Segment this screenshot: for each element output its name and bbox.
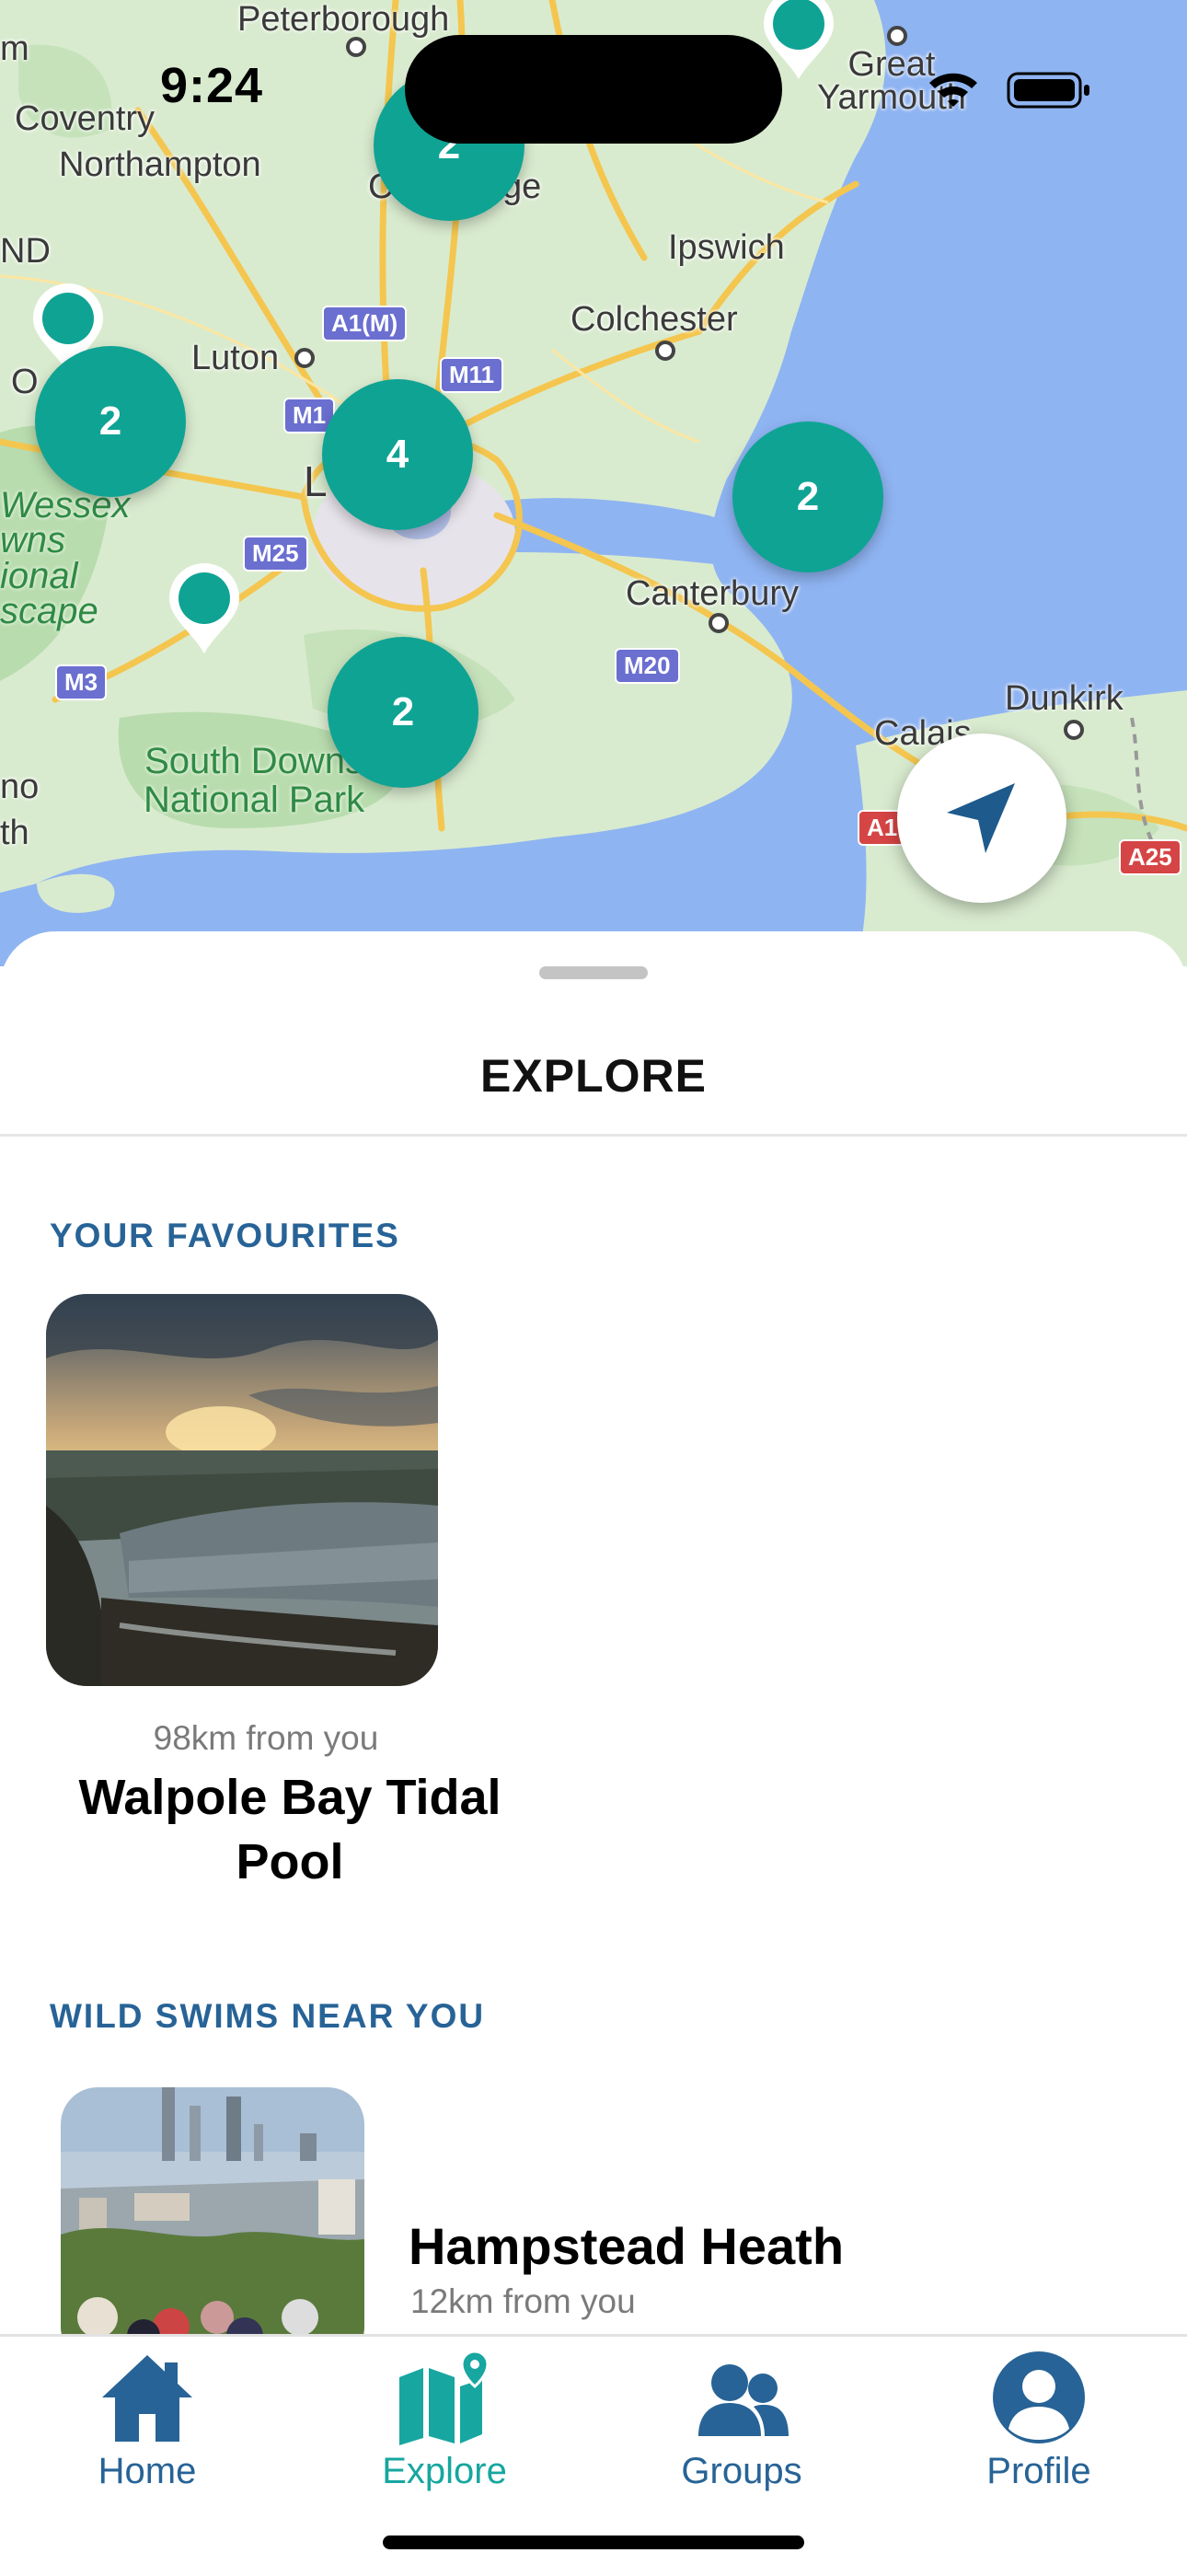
- town-dot: [346, 37, 366, 57]
- town-dot: [709, 613, 729, 633]
- map-cluster-london[interactable]: 4: [322, 379, 473, 530]
- nearby-swim-distance: 12km from you: [410, 2282, 636, 2320]
- tab-label-groups: Groups: [681, 2451, 802, 2491]
- nearby-swim-name: Hampstead Heath: [409, 2217, 845, 2275]
- tab-label-explore: Explore: [382, 2451, 507, 2491]
- home-indicator: [383, 2536, 804, 2549]
- map-cluster-essex[interactable]: 2: [732, 422, 883, 572]
- road-shield-m11: M11: [440, 357, 504, 393]
- battery-icon: [1007, 72, 1089, 109]
- sheet-title: EXPLORE: [480, 1050, 707, 1102]
- place-label-m: m: [0, 29, 29, 68]
- groups-icon: [698, 2364, 789, 2436]
- divider: [0, 1134, 1187, 1137]
- sheet-grabber[interactable]: [539, 966, 648, 979]
- place-label-th: th: [0, 814, 29, 852]
- place-label-luton: Luton: [191, 339, 280, 377]
- map-view[interactable]: Peterborough Coventry Northampton Ca ge …: [0, 0, 1187, 966]
- tab-label-profile: Profile: [986, 2451, 1091, 2491]
- map-icon: [399, 2350, 490, 2445]
- tab-profile[interactable]: Profile: [928, 2350, 1149, 2506]
- nearby-heading: WILD SWIMS NEAR YOU: [50, 1997, 486, 2035]
- favourite-distance: 98km from you: [153, 1719, 379, 1757]
- favourite-text: 98km from you Walpole Bay Tidal Pool: [46, 1719, 501, 1894]
- favourites-heading: YOUR FAVOURITES: [50, 1217, 400, 1254]
- town-dot: [294, 348, 315, 368]
- road-shield-m25: M25: [243, 536, 308, 572]
- park-label-wessex: Wessex wns ional scape: [0, 485, 131, 632]
- town-dot: [887, 26, 907, 46]
- dynamic-island: [405, 35, 782, 144]
- town-dot: [1064, 720, 1084, 740]
- tab-home[interactable]: Home: [37, 2350, 258, 2506]
- place-label-coventry: Coventry: [15, 99, 156, 138]
- nearby-photo: [61, 2087, 364, 2363]
- status-time: 9:24: [160, 58, 264, 113]
- swim-spot-pin[interactable]: [166, 561, 243, 657]
- favourite-card[interactable]: [46, 1294, 438, 1686]
- nearby-swim-row[interactable]: Hampstead Heath 12km from you: [61, 2087, 1147, 2363]
- favourite-name: Walpole Bay Tidal Pool: [78, 1770, 501, 1890]
- town-dot: [655, 341, 675, 361]
- explore-sheet[interactable]: EXPLORE YOUR FAVOURITES 98km from you Wa…: [0, 931, 1187, 2573]
- place-label-canterbury: Canterbury: [626, 574, 799, 613]
- location-arrow-icon: [947, 783, 1015, 853]
- tab-explore[interactable]: Explore: [334, 2350, 555, 2506]
- favourite-photo: [46, 1294, 438, 1686]
- road-shield-a25: A25: [1119, 839, 1181, 875]
- place-label-ipswich: Ipswich: [668, 228, 785, 267]
- park-label-south-downs: South Downs National Park: [144, 741, 365, 820]
- tab-groups[interactable]: Groups: [631, 2350, 852, 2506]
- locate-me-button[interactable]: [897, 734, 1066, 903]
- home-icon: [102, 2355, 192, 2442]
- tab-label-home: Home: [98, 2451, 197, 2491]
- map-cluster-sussex[interactable]: 2: [328, 637, 478, 788]
- road-shield-a1m: A1(M): [322, 306, 408, 341]
- place-label-northampton: Northampton: [59, 145, 261, 184]
- place-label-colchester: Colchester: [570, 300, 738, 339]
- status-icons: [929, 72, 1089, 109]
- place-label-peterborough: Peterborough: [237, 0, 450, 39]
- map-cluster-oxford[interactable]: 2: [35, 346, 186, 497]
- road-shield-m20: M20: [615, 648, 680, 684]
- place-label-no: no: [0, 768, 40, 806]
- road-shield-m3: M3: [55, 664, 108, 700]
- wifi-icon: [929, 73, 977, 107]
- place-label-nd: ND: [0, 232, 51, 271]
- place-label-dunkirk: Dunkirk: [1005, 679, 1124, 718]
- profile-icon: [993, 2351, 1085, 2443]
